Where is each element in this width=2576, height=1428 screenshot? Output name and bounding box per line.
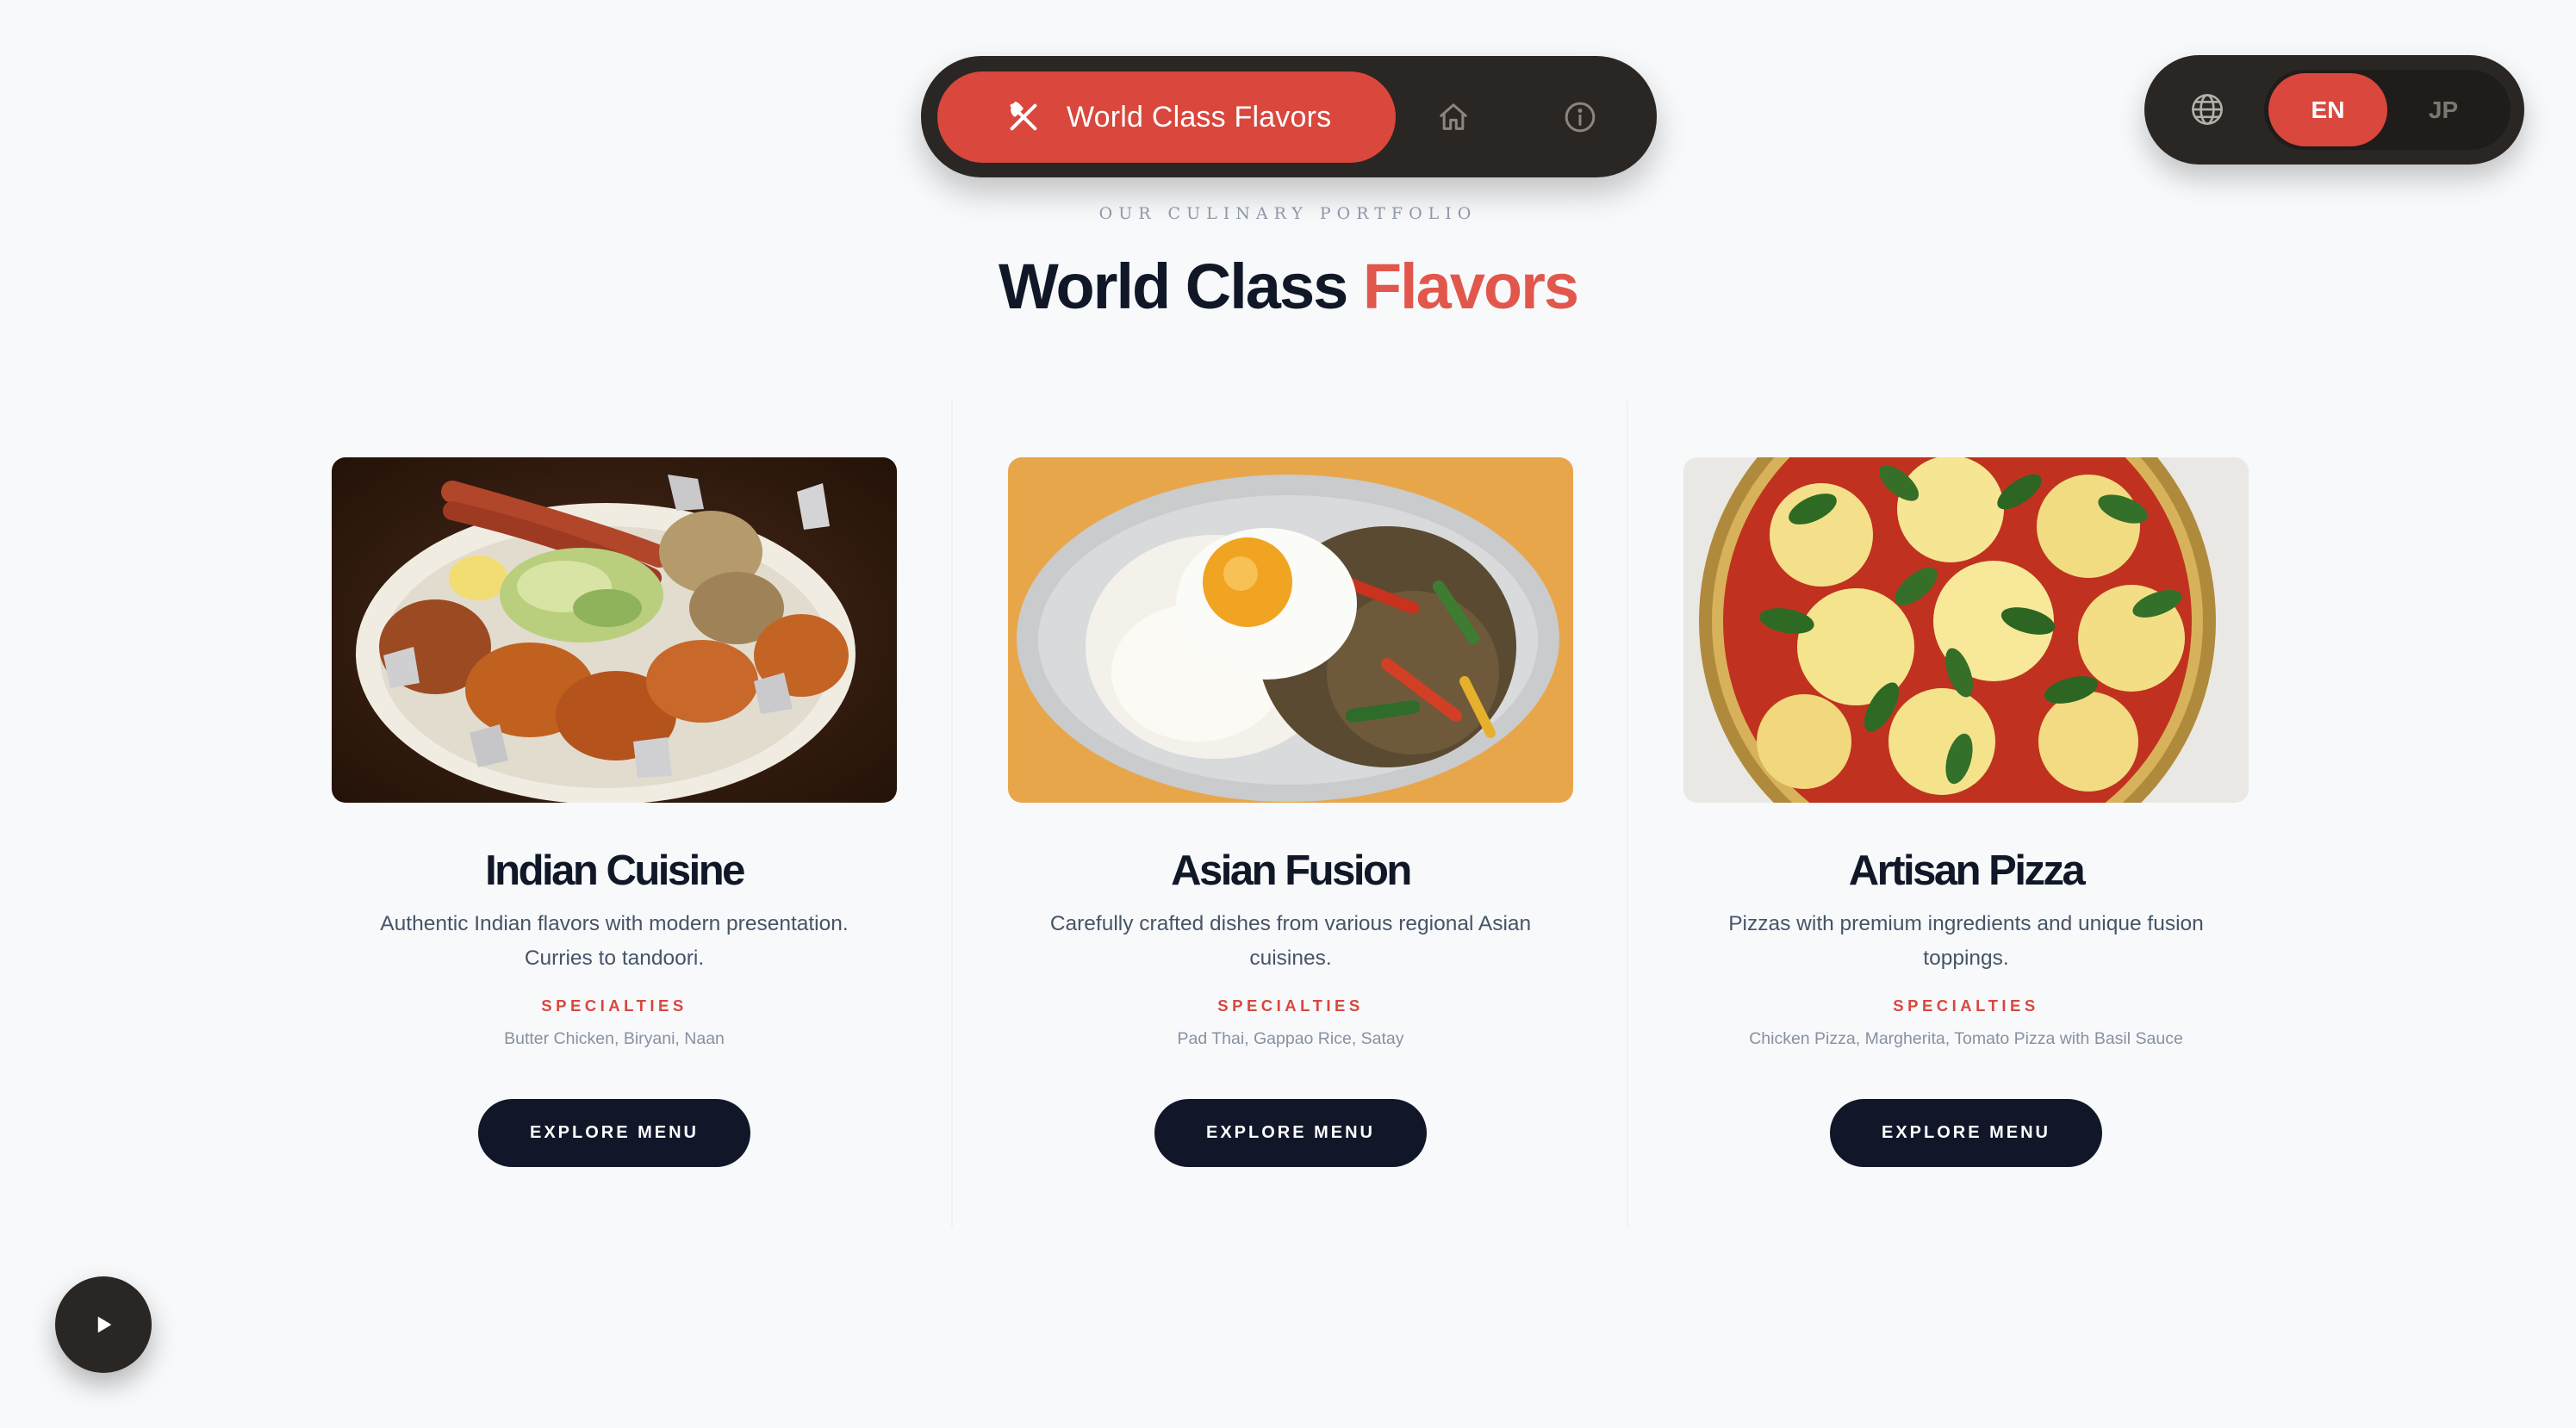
page-title-accent: Flavors bbox=[1362, 251, 1579, 322]
cuisine-card-asian: Asian Fusion Carefully crafted dishes fr… bbox=[1008, 457, 1573, 1167]
language-switcher: EN JP bbox=[2144, 55, 2524, 165]
specialties-label: SPECIALTIES bbox=[1217, 996, 1364, 1015]
card-title: Indian Cuisine bbox=[485, 847, 745, 894]
nav-item-world-class-flavors[interactable]: World Class Flavors bbox=[937, 71, 1396, 163]
specialties-list: Chicken Pizza, Margherita, Tomato Pizza … bbox=[1749, 1029, 2183, 1048]
utensils-icon bbox=[1010, 102, 1037, 131]
top-navigation: World Class Flavors bbox=[921, 56, 1657, 177]
asian-fusion-photo bbox=[1008, 457, 1573, 803]
home-icon[interactable] bbox=[1436, 100, 1471, 134]
card-description: Carefully crafted dishes from various re… bbox=[1049, 912, 1532, 970]
info-icon[interactable] bbox=[1563, 100, 1597, 134]
card-title: Artisan Pizza bbox=[1848, 847, 2086, 894]
nav-brand-label: World Class Flavors bbox=[1067, 100, 1332, 133]
artisan-pizza-photo bbox=[1683, 457, 2249, 803]
indian-cuisine-photo bbox=[332, 457, 897, 803]
audio-play-button[interactable] bbox=[55, 1276, 152, 1373]
page-title-main: World Class bbox=[998, 251, 1348, 322]
card-description: Authentic Indian flavors with modern pre… bbox=[380, 912, 849, 970]
play-icon bbox=[97, 1316, 112, 1333]
cuisine-card-pizza: Artisan Pizza Pizzas with premium ingred… bbox=[1683, 457, 2249, 1167]
card-title: Asian Fusion bbox=[1171, 847, 1412, 894]
cuisine-card-indian: Indian Cuisine Authentic Indian flavors … bbox=[332, 457, 897, 1167]
column-divider bbox=[1627, 400, 1628, 1227]
explore-menu-button[interactable]: EXPLORE MENU bbox=[478, 1099, 750, 1167]
explore-menu-button[interactable]: EXPLORE MENU bbox=[1830, 1099, 2102, 1167]
column-divider bbox=[951, 400, 953, 1227]
specialties-label: SPECIALTIES bbox=[1893, 996, 2039, 1015]
language-option-en[interactable]: EN bbox=[2268, 73, 2387, 146]
globe-icon bbox=[2192, 94, 2223, 125]
card-description: Pizzas with premium ingredients and uniq… bbox=[1728, 912, 2204, 970]
section-eyebrow: Our Culinary Portfolio bbox=[1098, 204, 1478, 223]
language-option-jp[interactable]: JP bbox=[2388, 73, 2498, 146]
explore-menu-button[interactable]: EXPLORE MENU bbox=[1154, 1099, 1427, 1167]
specialties-label: SPECIALTIES bbox=[541, 996, 688, 1015]
page-title: World Class Flavors bbox=[771, 250, 1805, 323]
specialties-list: Pad Thai, Gappao Rice, Satay bbox=[1177, 1029, 1404, 1048]
specialties-list: Butter Chicken, Biryani, Naan bbox=[504, 1029, 725, 1048]
